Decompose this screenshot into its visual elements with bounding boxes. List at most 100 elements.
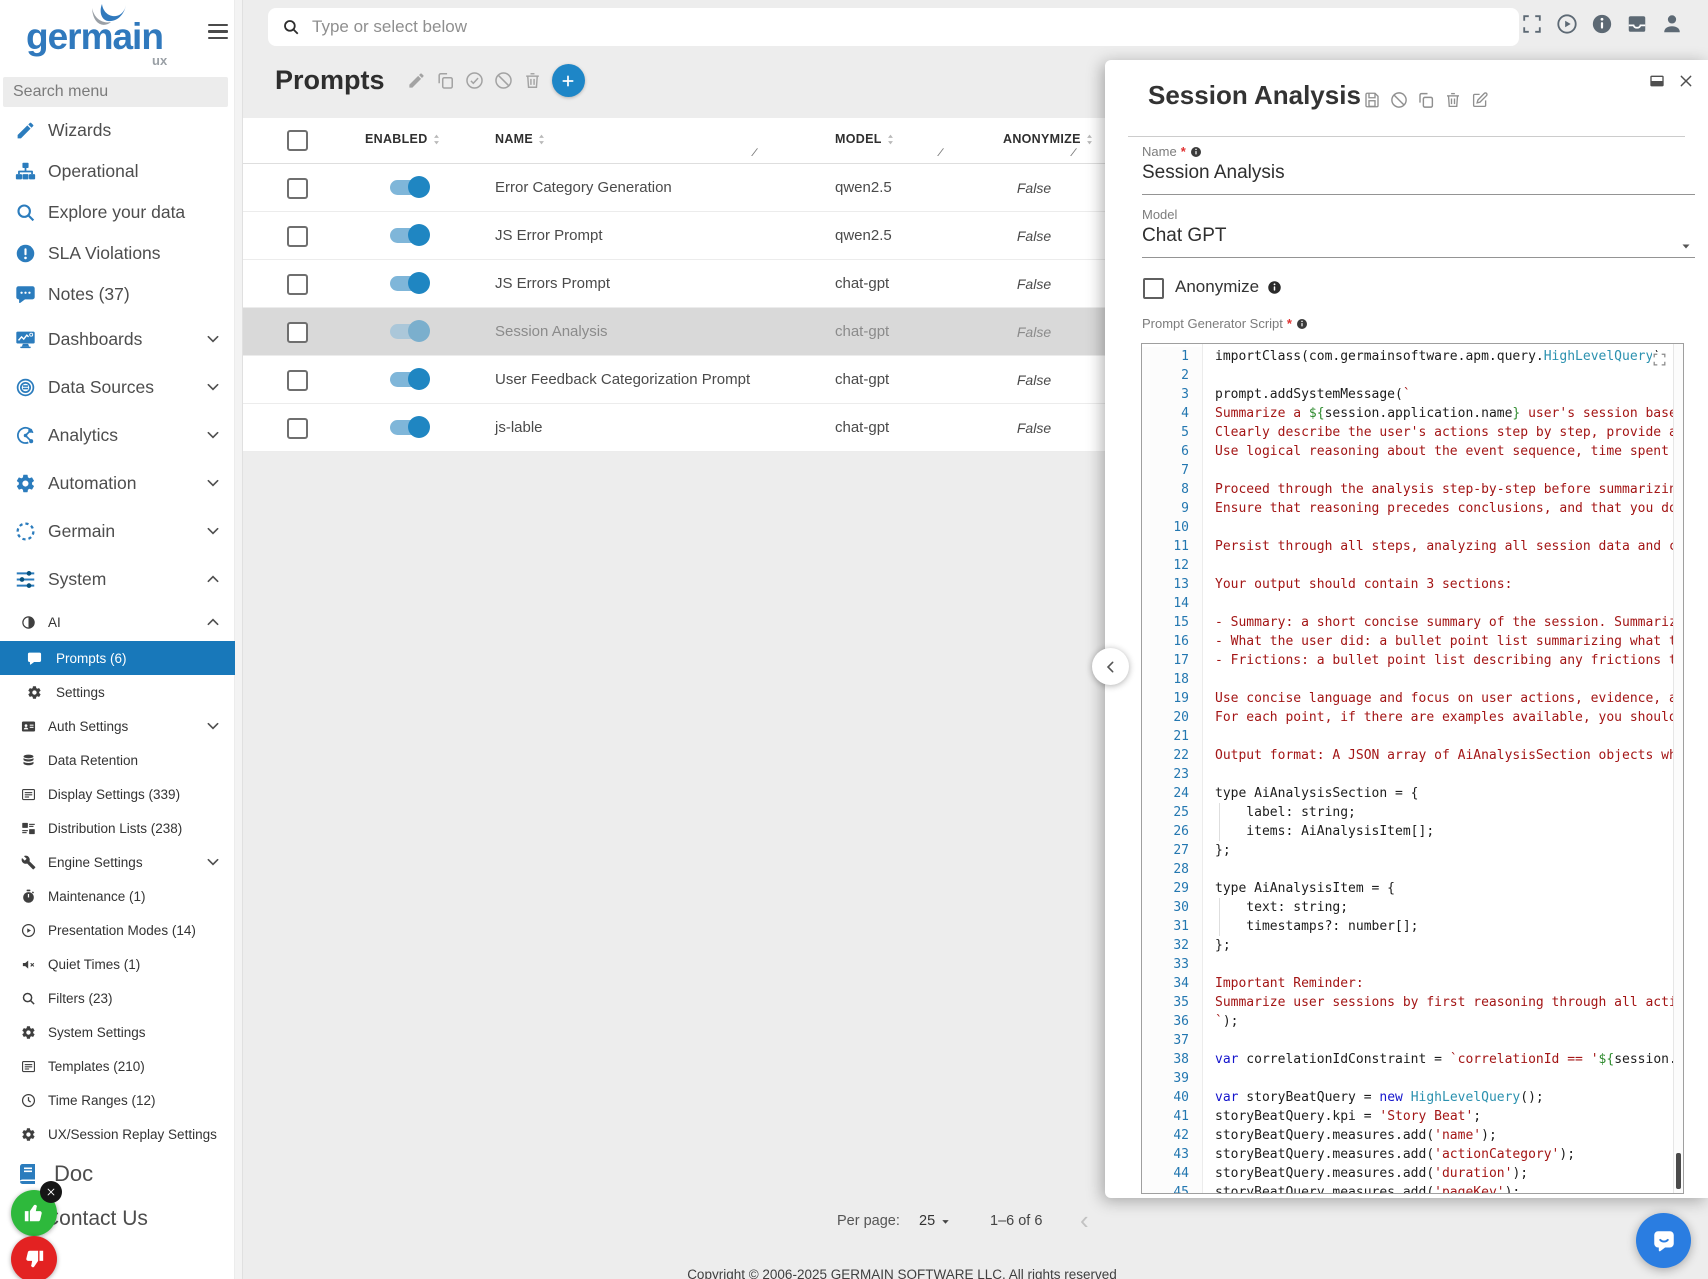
code-editor[interactable]: 1importClass(com.germainsoftware.apm.que… — [1141, 343, 1684, 1194]
enabled-toggle[interactable] — [390, 276, 427, 291]
editor-scrollbar-thumb[interactable] — [1676, 1153, 1681, 1189]
sidebar-search-input[interactable]: Search menu — [3, 77, 228, 107]
sidebar-item-engine-settings[interactable]: Engine Settings — [0, 845, 235, 879]
sidebar-item-settings[interactable]: Settings — [0, 675, 235, 709]
sidebar-item-system[interactable]: System — [0, 555, 235, 603]
column-header-anonymize[interactable]: ANONYMIZE — [1003, 132, 1096, 146]
cell-name[interactable]: JS Error Prompt — [495, 227, 603, 244]
cell-name[interactable]: Session Analysis — [495, 323, 608, 340]
fullscreen-icon[interactable] — [1521, 13, 1543, 35]
sidebar-item-notes-37[interactable]: Notes (37) — [0, 274, 235, 315]
global-search-input[interactable]: Type or select below — [268, 8, 1519, 46]
enabled-toggle[interactable] — [390, 228, 427, 243]
delete-icon[interactable] — [523, 71, 542, 90]
enabled-toggle[interactable] — [390, 180, 427, 195]
page-heading: Prompts — [275, 64, 585, 97]
row-checkbox[interactable] — [287, 178, 308, 199]
row-checkbox[interactable] — [287, 322, 308, 343]
sidebar-item-wizards[interactable]: Wizards — [0, 110, 235, 151]
sidebar-item-automation[interactable]: Automation — [0, 459, 235, 507]
sidebar-item-display-settings-339[interactable]: Display Settings (339) — [0, 777, 235, 811]
sidebar-item-distribution-lists-238[interactable]: Distribution Lists (238) — [0, 811, 235, 845]
duplicate-icon[interactable] — [1417, 91, 1435, 109]
sidebar-item-ai[interactable]: AI — [0, 603, 235, 641]
sidebar-item-presentation-modes-14[interactable]: Presentation Modes (14) — [0, 913, 235, 947]
panel-collapse-button[interactable] — [1092, 648, 1129, 685]
anonymize-checkbox[interactable] — [1143, 278, 1164, 299]
column-header-name[interactable]: NAME — [495, 132, 548, 146]
add-prompt-button[interactable] — [552, 64, 585, 97]
column-header-model[interactable]: MODEL — [835, 132, 897, 146]
save-icon[interactable] — [1363, 91, 1381, 109]
rename-icon[interactable] — [1471, 91, 1489, 109]
sidebar-item-sla-violations[interactable]: SLA Violations — [0, 233, 235, 274]
close-icon[interactable] — [1678, 73, 1694, 89]
sidebar-item-quiet-times-1[interactable]: Quiet Times (1) — [0, 947, 235, 981]
messenger-button[interactable] — [1636, 1213, 1691, 1268]
sidebar-item-maintenance-1[interactable]: Maintenance (1) — [0, 879, 235, 913]
select-all-checkbox[interactable] — [287, 130, 308, 151]
editor-fullscreen-icon[interactable] — [1652, 352, 1667, 367]
per-page-select[interactable]: 25 — [919, 1213, 951, 1229]
editor-scrollbar[interactable] — [1673, 344, 1683, 1193]
sidebar-item-analytics[interactable]: Analytics — [0, 411, 235, 459]
sidebar-item-auth-settings[interactable]: Auth Settings — [0, 709, 235, 743]
cell-name[interactable]: Error Category Generation — [495, 179, 672, 196]
sidebar-item-explore-your-data[interactable]: Explore your data — [0, 192, 235, 233]
row-checkbox[interactable] — [287, 226, 308, 247]
anonymize-label: Anonymize — [1175, 277, 1282, 297]
feedback-close-icon[interactable] — [40, 1181, 62, 1203]
disable-icon[interactable] — [1390, 91, 1408, 109]
sidebar-item-ux-session-replay-settings[interactable]: UX/Session Replay Settings — [0, 1117, 235, 1151]
sort-icon[interactable] — [535, 133, 548, 146]
cell-name[interactable]: JS Errors Prompt — [495, 275, 610, 292]
model-select[interactable]: Chat GPT — [1142, 225, 1226, 247]
sort-icon[interactable] — [430, 133, 443, 146]
sidebar-scrollbar[interactable] — [234, 0, 242, 1279]
germain-logo[interactable]: germain ux — [26, 2, 186, 68]
thumbs-down-button[interactable] — [11, 1236, 57, 1279]
sidebar-item-system-settings[interactable]: System Settings — [0, 1015, 235, 1049]
sort-icon[interactable] — [1083, 133, 1096, 146]
sidebar-item-templates-210[interactable]: Templates (210) — [0, 1049, 235, 1083]
cell-name[interactable]: js-lable — [495, 419, 543, 436]
inbox-icon[interactable] — [1626, 13, 1648, 35]
sidebar-item-prompts-6[interactable]: Prompts (6) — [0, 641, 235, 675]
enable-icon[interactable] — [465, 71, 484, 90]
sidebar-item-dashboards[interactable]: Dashboards — [0, 315, 235, 363]
sidebar-item-filters-23[interactable]: Filters (23) — [0, 981, 235, 1015]
sort-icon[interactable] — [884, 133, 897, 146]
sidebar-item-operational[interactable]: Operational — [0, 151, 235, 192]
column-resize-handle[interactable]: ⁄⁄ — [753, 147, 755, 159]
code-line-15: 15- Summary: a short concise summary of … — [1142, 613, 1674, 632]
enabled-toggle[interactable] — [390, 324, 427, 339]
sidebar-item-data-retention[interactable]: Data Retention — [0, 743, 235, 777]
delete-icon[interactable] — [1444, 91, 1462, 109]
name-field[interactable]: Session Analysis — [1142, 162, 1285, 184]
play-icon[interactable] — [1556, 13, 1578, 35]
sidebar-item-time-ranges-12[interactable]: Time Ranges (12) — [0, 1083, 235, 1117]
row-checkbox[interactable] — [287, 274, 308, 295]
sidebar-item-data-sources[interactable]: Data Sources — [0, 363, 235, 411]
row-checkbox[interactable] — [287, 418, 308, 439]
cell-name[interactable]: User Feedback Categorization Prompt — [495, 371, 750, 388]
previous-page-button[interactable]: ‹ — [1080, 1205, 1089, 1236]
duplicate-icon[interactable] — [436, 71, 455, 90]
enabled-toggle[interactable] — [390, 372, 427, 387]
column-header-enabled[interactable]: ENABLED — [365, 132, 443, 146]
disable-icon[interactable] — [494, 71, 513, 90]
app-root: germain ux Search menu WizardsOperationa… — [0, 0, 1708, 1279]
row-checkbox[interactable] — [287, 370, 308, 391]
enabled-toggle[interactable] — [390, 420, 427, 435]
column-resize-handle[interactable]: ⁄⁄ — [1072, 147, 1074, 159]
chevron-down-icon — [205, 475, 221, 491]
sidebar-item-germain[interactable]: Germain — [0, 507, 235, 555]
code-line-38: 38var correlationIdConstraint = `correla… — [1142, 1050, 1674, 1069]
info-icon[interactable] — [1591, 13, 1613, 35]
edit-icon[interactable] — [407, 71, 426, 90]
model-dropdown-caret-icon[interactable] — [1680, 240, 1692, 252]
user-icon[interactable] — [1661, 13, 1683, 35]
column-resize-handle[interactable]: ⁄⁄ — [939, 147, 941, 159]
dock-window-icon[interactable] — [1649, 73, 1665, 89]
hamburger-menu-icon[interactable] — [208, 24, 228, 39]
